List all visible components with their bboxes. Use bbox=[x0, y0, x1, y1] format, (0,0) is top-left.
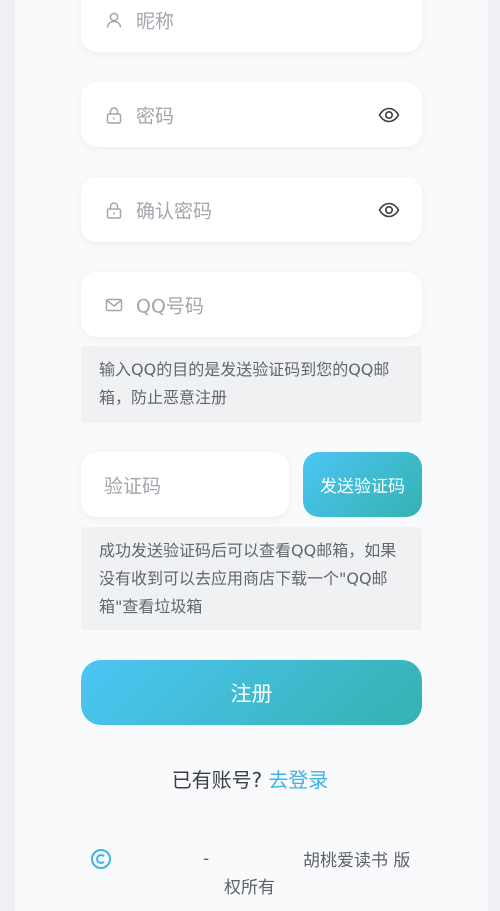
password-placeholder: 密码 bbox=[136, 105, 175, 127]
lock-icon bbox=[106, 106, 122, 124]
confirm-password-field[interactable]: 确认密码 bbox=[81, 177, 422, 242]
confirm-password-placeholder: 确认密码 bbox=[136, 200, 213, 222]
eye-icon[interactable] bbox=[378, 104, 400, 126]
register-button[interactable]: 注册 bbox=[81, 660, 422, 725]
footer-rights: 权所有 bbox=[224, 878, 275, 898]
eye-icon[interactable] bbox=[378, 199, 400, 221]
footer-brand: 胡桃爱读书 版 bbox=[303, 851, 411, 871]
qq-number-field[interactable]: QQ号码 bbox=[81, 272, 422, 337]
code-hint: 成功发送验证码后可以查看QQ邮箱，如果没有收到可以去应用商店下载一个"QQ邮箱"… bbox=[81, 527, 422, 630]
qq-number-placeholder: QQ号码 bbox=[136, 295, 204, 317]
login-prompt-text: 已有账号? bbox=[171, 768, 263, 792]
send-code-button[interactable]: 发送验证码 bbox=[303, 452, 422, 517]
verification-code-placeholder: 验证码 bbox=[104, 475, 162, 497]
mail-icon bbox=[105, 298, 123, 311]
go-login-link[interactable]: 去登录 bbox=[268, 768, 328, 792]
user-icon bbox=[106, 12, 122, 28]
nickname-field[interactable]: 昵称 bbox=[81, 0, 422, 52]
nickname-placeholder: 昵称 bbox=[136, 10, 175, 32]
login-prompt: 已有账号? 去登录 bbox=[0, 764, 500, 793]
qq-hint: 输入QQ的目的是发送验证码到您的QQ邮箱，防止恶意注册 bbox=[81, 346, 422, 423]
verification-code-field[interactable]: 验证码 bbox=[81, 452, 289, 517]
copyright-icon bbox=[91, 849, 111, 869]
footer-dash: - bbox=[203, 849, 210, 869]
lock-icon bbox=[106, 201, 122, 219]
password-field[interactable]: 密码 bbox=[81, 82, 422, 147]
